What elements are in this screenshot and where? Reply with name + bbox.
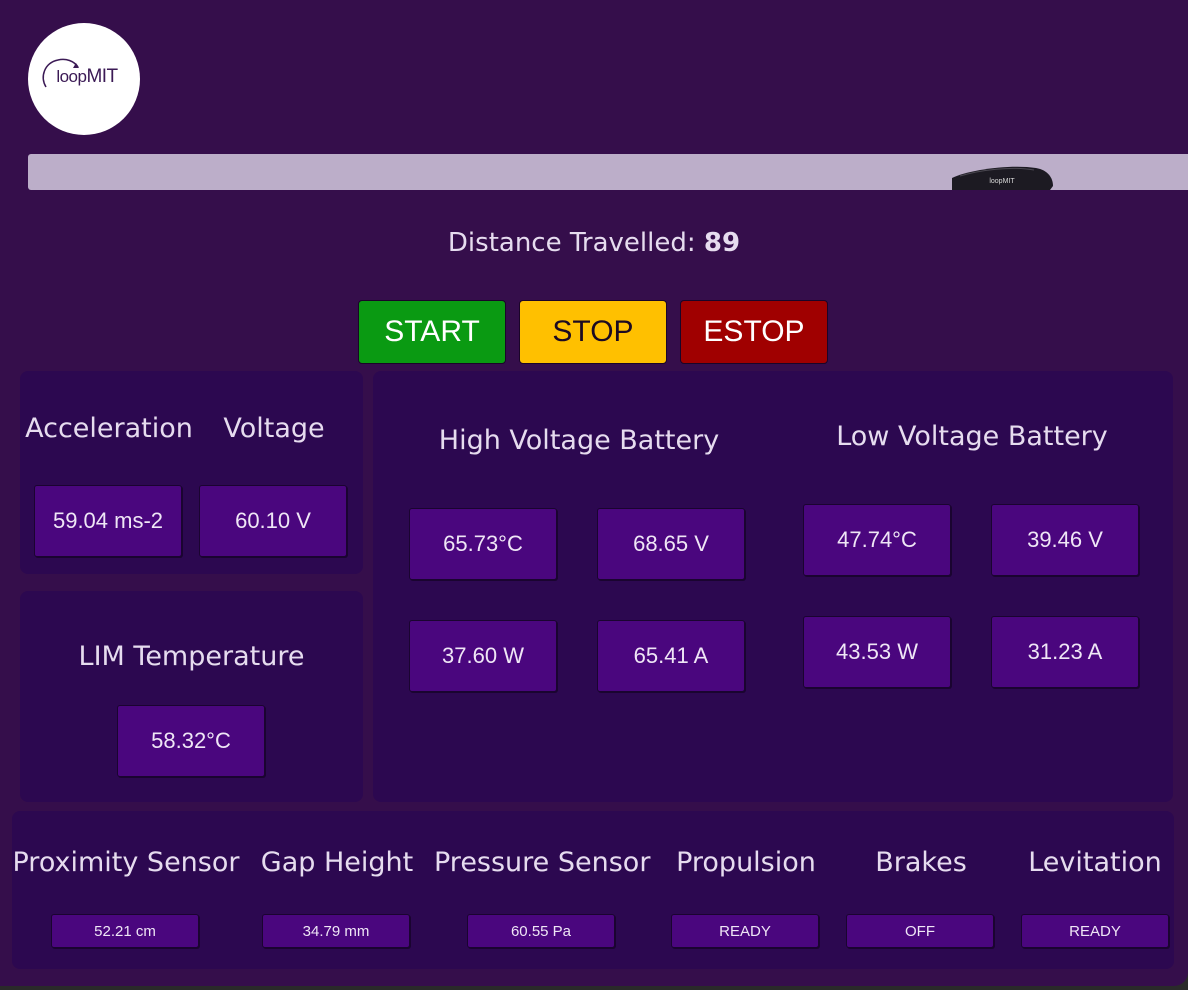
loopmit-logo: loopMIT <box>28 23 140 135</box>
distance-value: 89 <box>703 228 741 258</box>
hv-voltage-value: 68.65 V <box>597 508 745 580</box>
distance-label: Distance Travelled: <box>447 228 696 258</box>
lv-current-value: 31.23 A <box>991 616 1139 688</box>
lv-voltage-value: 39.46 V <box>991 504 1139 576</box>
hv-power-value: 37.60 W <box>409 620 557 692</box>
low-voltage-battery-title: Low Voltage Battery <box>836 421 1108 452</box>
lim-temperature-label: LIM Temperature <box>78 641 305 672</box>
pod-label: loopMIT <box>989 178 1015 185</box>
lim-temperature-value: 58.32°C <box>117 705 265 777</box>
proximity-sensor-value: 52.21 cm <box>51 914 199 948</box>
logo-text-mit: MIT <box>86 66 118 87</box>
lim-temperature-panel: LIM Temperature 58.32°C <box>20 591 363 802</box>
start-button[interactable]: START <box>358 300 506 364</box>
pressure-sensor-label: Pressure Sensor <box>434 847 651 878</box>
dashboard: loopMIT loopMIT Distance Travelled: 89 S… <box>0 0 1188 986</box>
acceleration-value: 59.04 ms-2 <box>34 485 182 557</box>
pressure-sensor-value: 60.55 Pa <box>467 914 615 948</box>
propulsion-label: Propulsion <box>676 847 816 878</box>
distance-travelled: Distance Travelled: 89 <box>0 228 1188 258</box>
gap-height-value: 34.79 mm <box>262 914 410 948</box>
logo-text-loop: loop <box>56 67 87 86</box>
lv-temperature-value: 47.74°C <box>803 504 951 576</box>
sensors-panel: Proximity Sensor 52.21 cm Gap Height 34.… <box>12 811 1174 969</box>
estop-button[interactable]: ESTOP <box>680 300 828 364</box>
stop-button[interactable]: STOP <box>519 300 667 364</box>
lv-power-value: 43.53 W <box>803 616 951 688</box>
brakes-label: Brakes <box>875 847 967 878</box>
acceleration-voltage-panel: Acceleration Voltage 59.04 ms-2 60.10 V <box>20 371 363 574</box>
levitation-status: READY <box>1021 914 1169 948</box>
propulsion-status: READY <box>671 914 819 948</box>
levitation-label: Levitation <box>1028 847 1162 878</box>
proximity-sensor-label: Proximity Sensor <box>12 847 240 878</box>
brakes-status: OFF <box>846 914 994 948</box>
pod-icon: loopMIT <box>950 164 1054 194</box>
voltage-value: 60.10 V <box>199 485 347 557</box>
hv-temperature-value: 65.73°C <box>409 508 557 580</box>
hv-current-value: 65.41 A <box>597 620 745 692</box>
battery-panel: High Voltage Battery 65.73°C 68.65 V 37.… <box>373 371 1173 802</box>
gap-height-label: Gap Height <box>260 847 414 878</box>
acceleration-label: Acceleration <box>25 413 193 444</box>
voltage-label: Voltage <box>223 413 325 444</box>
high-voltage-battery-title: High Voltage Battery <box>438 425 720 456</box>
